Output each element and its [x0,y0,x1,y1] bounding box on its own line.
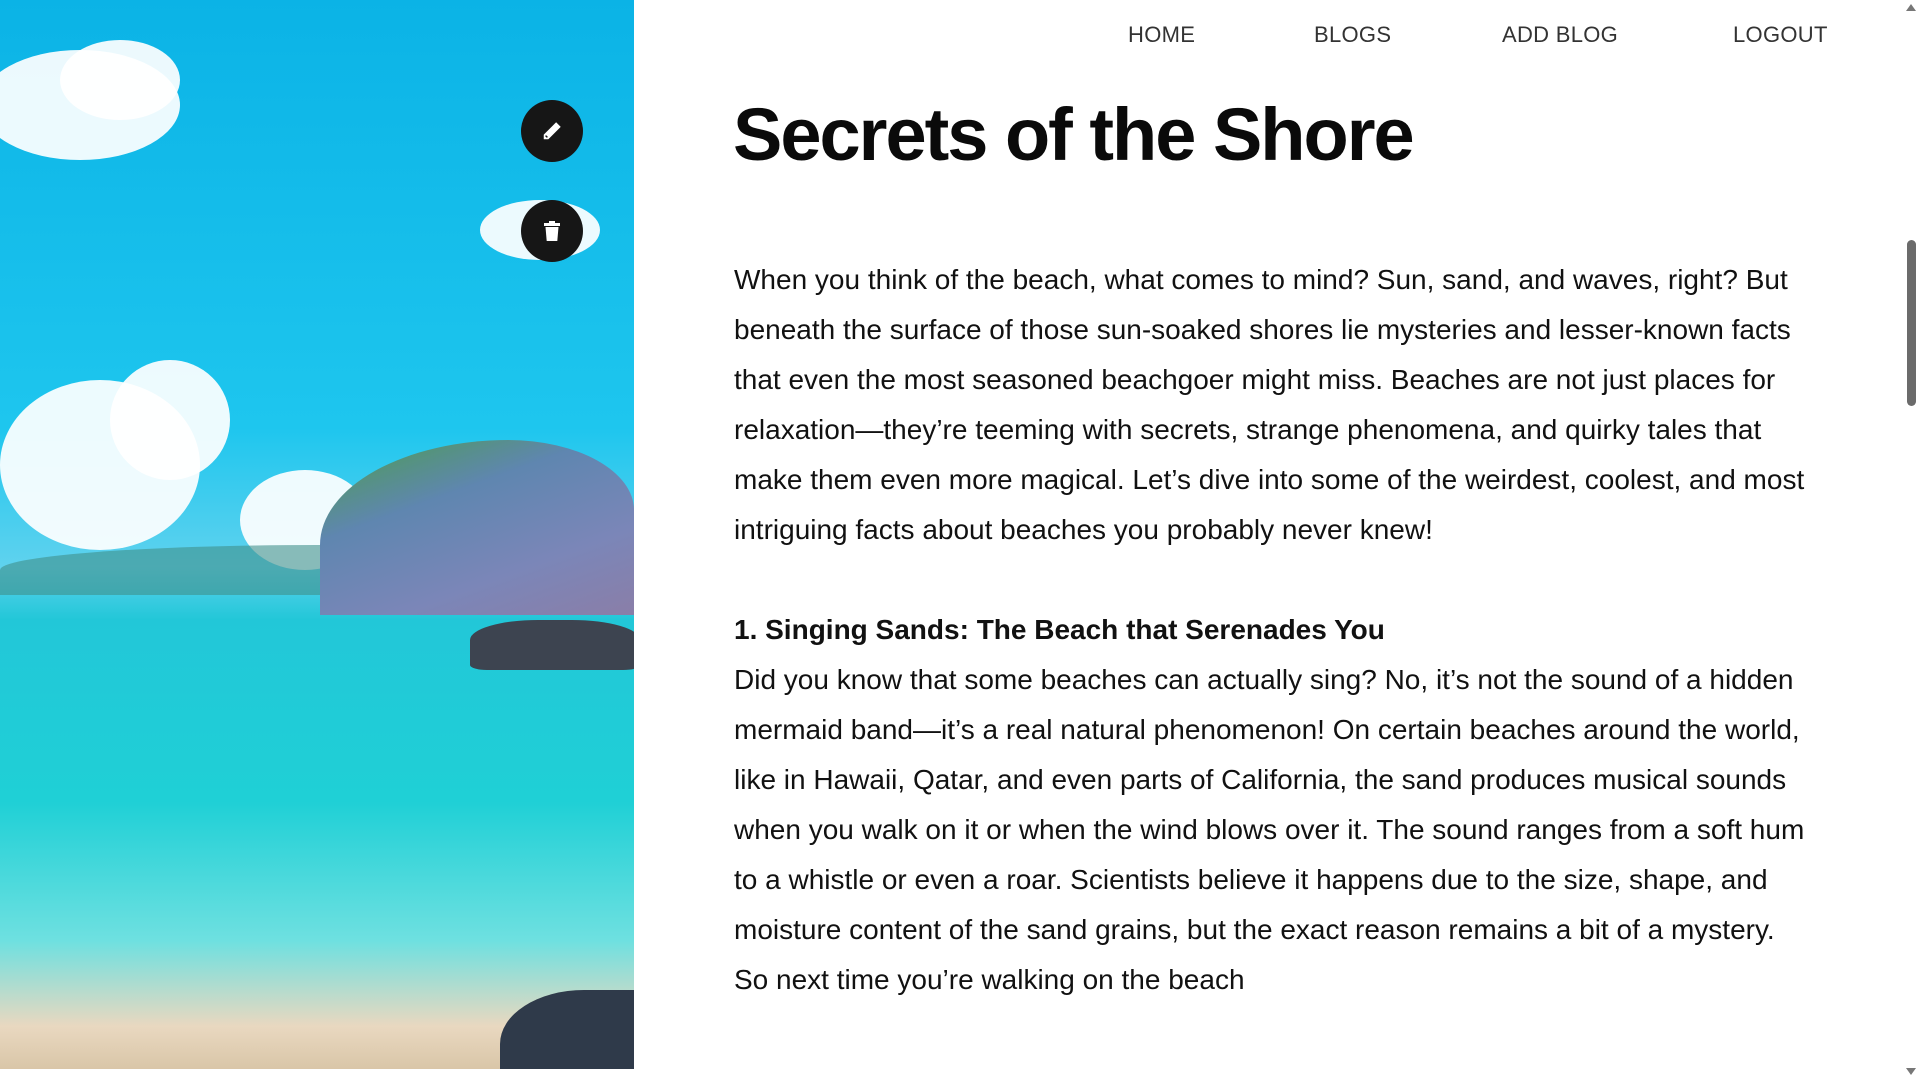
top-nav: HOME BLOGS ADD BLOG LOGOUT [0,22,1919,56]
post-content: When you think of the beach, what comes … [734,255,1814,1005]
section-heading: 1. Singing Sands: The Beach that Serenad… [734,614,1385,645]
scrollbar-thumb[interactable] [1907,240,1916,406]
delete-post-button[interactable] [521,200,583,262]
post-intro: When you think of the beach, what comes … [734,264,1805,545]
edit-post-button[interactable] [521,100,583,162]
section-body: Did you know that some beaches can actua… [734,664,1805,995]
nav-logout[interactable]: LOGOUT [1733,22,1828,48]
nav-add-blog[interactable]: ADD BLOG [1502,22,1618,48]
scroll-up-arrow-icon[interactable] [1906,4,1916,11]
page-scrollbar[interactable] [1904,0,1919,1079]
post-title: Secrets of the Shore [733,93,1415,176]
pencil-icon [543,122,561,140]
trash-icon [544,221,560,241]
nav-blogs[interactable]: BLOGS [1314,22,1391,48]
nav-home[interactable]: HOME [1128,22,1195,48]
scroll-down-arrow-icon[interactable] [1906,1068,1916,1075]
blog-cover-image [0,0,634,1069]
